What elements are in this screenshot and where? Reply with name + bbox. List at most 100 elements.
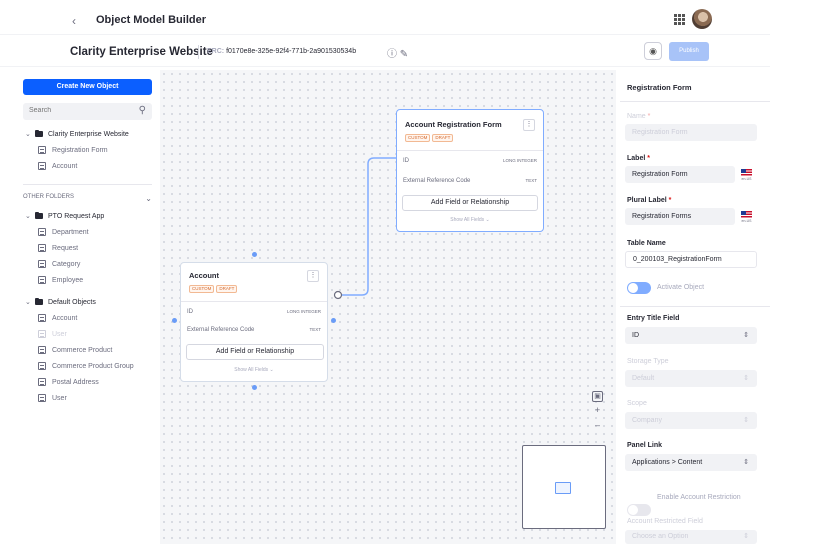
plural-label-field[interactable]: Registration Forms	[625, 208, 735, 225]
select-caret-icon: ⇕	[743, 533, 749, 540]
panel-link-label: Panel Link	[627, 442, 663, 449]
chevron-down-icon: ⌄	[485, 217, 490, 223]
kebab-menu-icon[interactable]: ⋮	[307, 270, 319, 282]
object-icon	[38, 162, 46, 170]
restricted-field-select: Choose an Option ⇕	[625, 530, 757, 544]
field-name: External Reference Code	[187, 327, 255, 333]
edit-pencil-icon[interactable]: ✎	[400, 49, 408, 60]
zoom-out-icon[interactable]: –	[592, 420, 603, 431]
tree-item[interactable]: User	[25, 326, 155, 342]
tree-item[interactable]: Request	[25, 240, 155, 256]
activate-object-toggle[interactable]	[627, 282, 651, 294]
connection-dot[interactable]	[331, 318, 336, 323]
name-field: Registration Form	[625, 124, 757, 141]
erc-value: f0170e8e-325e-92f4-771b-2a901530534b	[226, 48, 357, 55]
card-divider	[397, 150, 543, 151]
entry-title-select[interactable]: ID ⇕	[625, 327, 757, 344]
badge-custom: CUSTOM	[189, 285, 215, 293]
chevron-down-icon[interactable]: ⌄	[25, 212, 35, 220]
connector-handle[interactable]	[333, 290, 343, 300]
field-row[interactable]: ID LONG INTEGER	[403, 158, 537, 164]
chevron-down-icon[interactable]: ⌄	[145, 194, 152, 203]
object-icon	[38, 244, 46, 252]
publish-button[interactable]: Publish	[669, 42, 709, 61]
project-folder-row[interactable]: ⌄ Clarity Enterprise Website	[25, 126, 155, 142]
object-icon	[38, 346, 46, 354]
scope-value: Company	[632, 417, 662, 424]
search-icon[interactable]: ⚲	[139, 105, 146, 116]
card-title: Account	[189, 271, 219, 280]
connection-dot[interactable]	[252, 252, 257, 257]
header-divider	[0, 34, 770, 35]
tree-item[interactable]: Employee	[25, 272, 155, 288]
kebab-menu-icon[interactable]: ⋮	[523, 119, 535, 131]
show-all-fields-link[interactable]: Show All Fields ⌄	[397, 217, 543, 223]
tree-item[interactable]: Category	[25, 256, 155, 272]
chevron-down-icon[interactable]: ⌄	[25, 298, 35, 306]
object-icon	[38, 394, 46, 402]
restricted-field-value: Choose an Option	[632, 533, 689, 540]
panel-divider	[620, 101, 770, 102]
tree-item[interactable]: Postal Address	[25, 374, 155, 390]
account-restriction-toggle[interactable]	[627, 504, 651, 516]
chevron-down-icon[interactable]: ⌄	[25, 130, 35, 138]
field-row[interactable]: ID LONG INTEGER	[187, 309, 321, 315]
search-input[interactable]	[29, 107, 129, 114]
locale-selector[interactable]: en-US	[741, 211, 752, 223]
app-title: Object Model Builder	[96, 14, 207, 26]
table-name-field[interactable]: 0_200103_RegistrationForm	[625, 251, 757, 268]
panel-link-select[interactable]: Applications > Content ⇕	[625, 454, 757, 471]
object-icon	[38, 330, 46, 338]
field-type: TEXT	[309, 327, 321, 332]
minimap-viewport[interactable]	[555, 482, 571, 494]
object-icon	[38, 314, 46, 322]
folder-row-pto[interactable]: ⌄ PTO Request App	[25, 208, 155, 224]
folder-icon	[35, 129, 43, 137]
tree-item-label: Category	[52, 260, 81, 268]
add-field-button[interactable]: Add Field or Relationship	[186, 344, 324, 360]
us-flag-icon	[741, 169, 752, 177]
label-field[interactable]: Registration Form	[625, 166, 735, 183]
back-icon[interactable]: ‹	[72, 14, 76, 28]
tree-item-label: Commerce Product Group	[52, 362, 134, 370]
apps-grid-icon[interactable]	[674, 14, 685, 25]
object-card-account[interactable]: Account CUSTOM DRAFT ⋮ ID LONG INTEGER E…	[180, 262, 328, 382]
label-label-text: Label	[627, 155, 646, 162]
card-badges: CUSTOM DRAFT	[405, 134, 454, 142]
create-new-object-button[interactable]: Create New Object	[23, 79, 152, 95]
panel-title: Registration Form	[627, 83, 692, 92]
tree-item[interactable]: User	[25, 390, 155, 406]
locale-selector[interactable]: en-US	[741, 169, 752, 181]
tree-item[interactable]: Commerce Product Group	[25, 358, 155, 374]
tree-item[interactable]: Account	[25, 158, 155, 174]
connection-dot[interactable]	[172, 318, 177, 323]
tree-item[interactable]: Account	[25, 310, 155, 326]
show-all-label: Show All Fields	[450, 217, 485, 223]
show-all-fields-link[interactable]: Show All Fields ⌄	[181, 367, 327, 373]
preview-eye-button[interactable]: ◉	[644, 42, 662, 60]
other-folders-label: OTHER FOLDERS	[23, 194, 75, 200]
tree-item[interactable]: Department	[25, 224, 155, 240]
tree-item-label: Postal Address	[52, 378, 99, 386]
other-folders-header[interactable]: OTHER FOLDERS ⌄	[23, 194, 152, 203]
info-icon[interactable]: ⓘ	[387, 49, 397, 60]
tree-item[interactable]: Registration Form	[25, 142, 155, 158]
entry-title-value: ID	[632, 332, 639, 339]
search-box: ⚲	[23, 103, 152, 120]
connection-dot[interactable]	[252, 385, 257, 390]
zoom-in-icon[interactable]: +	[592, 405, 603, 416]
folder-label: PTO Request App	[48, 212, 105, 220]
card-title: Account Registration Form	[405, 120, 502, 129]
user-avatar[interactable]	[692, 9, 712, 29]
add-field-button[interactable]: Add Field or Relationship	[402, 195, 538, 211]
name-label: Name *	[627, 113, 651, 120]
field-row[interactable]: External Reference Code TEXT	[403, 178, 537, 184]
folder-row-default[interactable]: ⌄ Default Objects	[25, 294, 155, 310]
fit-view-icon[interactable]: ▣	[592, 391, 603, 402]
object-card-registration-form[interactable]: Account Registration Form CUSTOM DRAFT ⋮…	[396, 109, 544, 232]
project-title: Clarity Enterprise Website	[70, 46, 213, 58]
tree-item-label: User	[52, 394, 67, 402]
tree-item[interactable]: Commerce Product	[25, 342, 155, 358]
object-icon	[38, 362, 46, 370]
field-row[interactable]: External Reference Code TEXT	[187, 327, 321, 333]
